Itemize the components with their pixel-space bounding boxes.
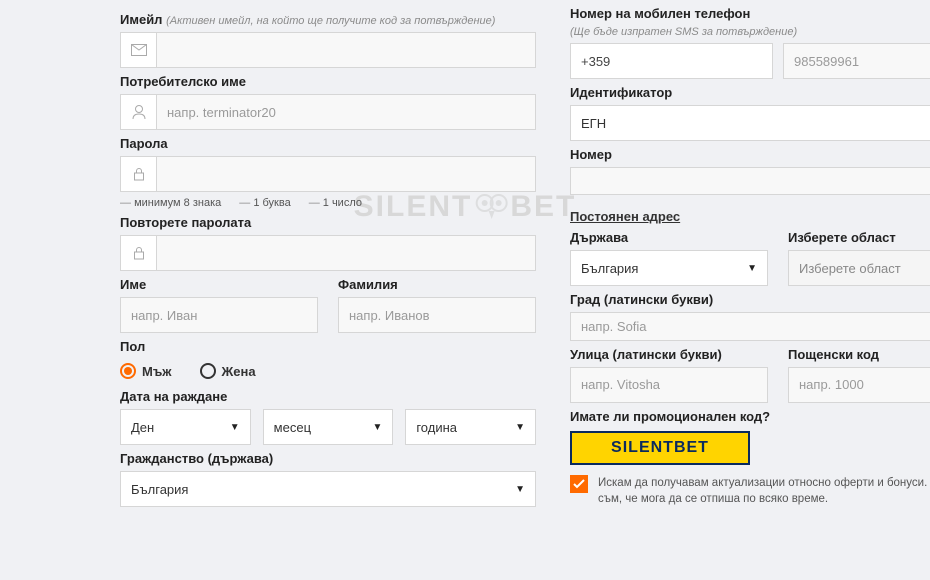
username-field[interactable] [156, 94, 536, 130]
city-field[interactable] [570, 312, 930, 340]
caret-down-icon: ▼ [372, 422, 382, 433]
consent-text: Искам да получавам актуализации относно … [598, 475, 930, 507]
password-label: Парола [120, 136, 536, 151]
country-label: Държава [570, 230, 768, 245]
phone-number-field[interactable] [783, 43, 930, 79]
dob-label: Дата на раждане [120, 389, 536, 404]
radio-unselected-icon [200, 363, 216, 379]
right-column: Номер на мобилен телефон (Ще бъде изпрат… [570, 6, 930, 507]
lock-icon [120, 156, 156, 192]
registration-form: Имейл (Активен имейл, на който ще получи… [0, 0, 930, 507]
email-label: Имейл (Активен имейл, на който ще получи… [120, 12, 536, 27]
citizenship-select[interactable]: България▼ [120, 471, 536, 507]
consent-checkbox[interactable] [570, 475, 588, 493]
gender-radio-male[interactable]: Мъж [120, 363, 172, 379]
mail-icon [120, 32, 156, 68]
lastname-label: Фамилия [338, 277, 536, 292]
address-section-title: Постоянен адрес [570, 209, 930, 224]
username-label: Потребителско име [120, 74, 536, 89]
dob-month-select[interactable]: месец▼ [263, 409, 394, 445]
number-label: Номер [570, 147, 930, 162]
lock-icon [120, 235, 156, 271]
left-column: Имейл (Активен имейл, на който ще получи… [120, 6, 536, 507]
phone-prefix-field[interactable] [570, 43, 773, 79]
caret-down-icon: ▼ [747, 263, 757, 274]
number-field[interactable] [570, 167, 930, 195]
gender-label: Пол [120, 339, 536, 354]
password-field[interactable] [156, 156, 536, 192]
password2-label: Повторете паролата [120, 215, 536, 230]
promo-label: Имате ли промоционален код? [570, 409, 930, 424]
region-select[interactable]: Изберете област▼ [788, 250, 930, 286]
country-select[interactable]: България▼ [570, 250, 768, 286]
firstname-label: Име [120, 277, 318, 292]
street-label: Улица (латински букви) [570, 347, 768, 362]
caret-down-icon: ▼ [515, 484, 525, 495]
dob-day-select[interactable]: Ден▼ [120, 409, 251, 445]
city-label: Град (латински букви) [570, 292, 930, 307]
lastname-field[interactable] [338, 297, 536, 333]
caret-down-icon: ▼ [230, 422, 240, 433]
postal-field[interactable] [788, 367, 930, 403]
postal-label: Пощенски код [788, 347, 930, 362]
password-confirm-field[interactable] [156, 235, 536, 271]
citizenship-label: Гражданство (държава) [120, 451, 536, 466]
caret-down-icon: ▼ [515, 422, 525, 433]
phone-hint: (Ще бъде изпратен SMS за потвърждение) [570, 26, 930, 38]
identifier-select[interactable]: ЕГН▼ [570, 105, 930, 141]
check-icon [573, 479, 585, 489]
user-icon [120, 94, 156, 130]
street-field[interactable] [570, 367, 768, 403]
phone-label: Номер на мобилен телефон [570, 6, 930, 21]
region-label: Изберете област [788, 230, 930, 245]
identifier-label: Идентификатор [570, 85, 930, 100]
gender-radio-female[interactable]: Жена [200, 363, 256, 379]
dob-year-select[interactable]: година▼ [405, 409, 536, 445]
email-field[interactable] [156, 32, 536, 68]
password-rules: минимум 8 знака 1 буква 1 число [120, 197, 536, 209]
firstname-field[interactable] [120, 297, 318, 333]
radio-selected-icon [120, 363, 136, 379]
promo-code-box[interactable]: SILENTBET [570, 431, 750, 465]
